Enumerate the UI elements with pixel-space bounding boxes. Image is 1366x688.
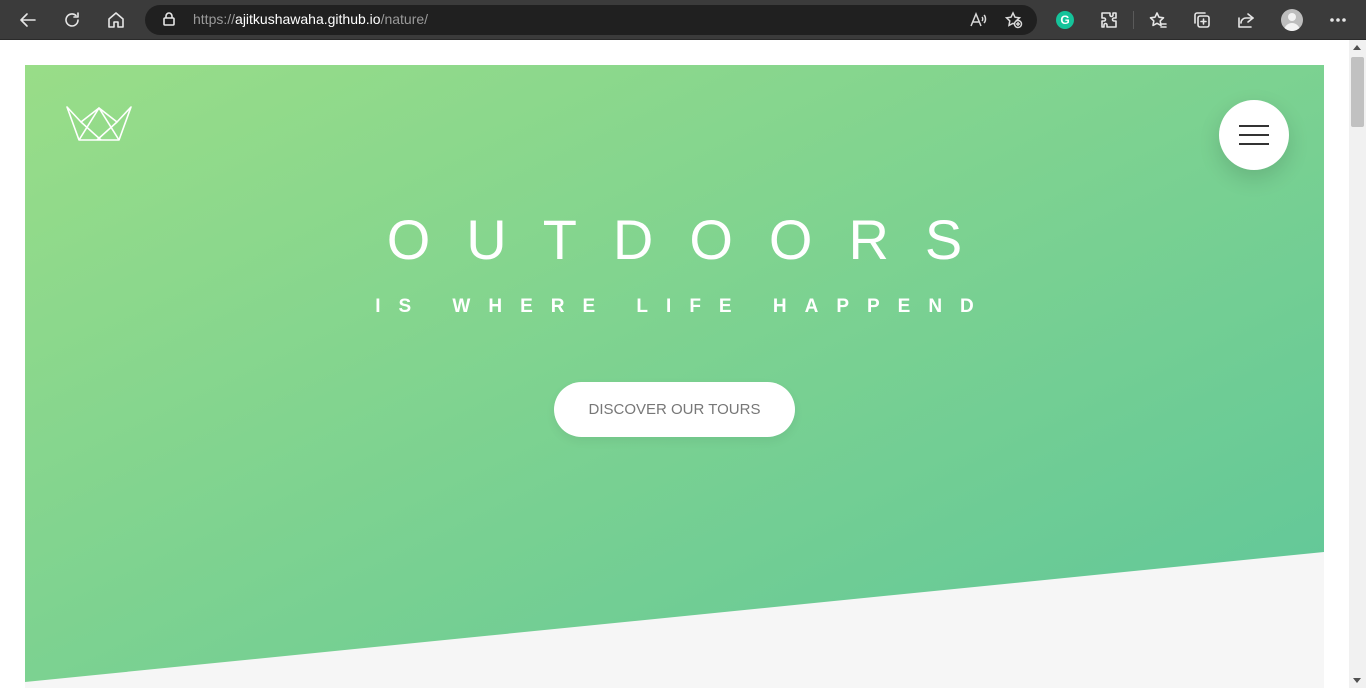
add-favorite-icon[interactable] bbox=[1004, 10, 1024, 30]
favorites-icon[interactable] bbox=[1144, 6, 1172, 34]
url-text[interactable]: https://ajitkushawaha.github.io/nature/ bbox=[193, 11, 428, 27]
url-host: ajitkushawaha.github.io bbox=[235, 11, 381, 27]
profile-icon[interactable] bbox=[1281, 9, 1303, 31]
toolbar-divider bbox=[1133, 11, 1134, 29]
url-prefix: https:// bbox=[193, 11, 236, 27]
menu-line bbox=[1239, 134, 1269, 136]
home-icon[interactable] bbox=[102, 6, 130, 34]
grammarly-icon[interactable]: G bbox=[1056, 11, 1074, 29]
url-path: /nature/ bbox=[380, 11, 429, 27]
browser-toolbar: https://ajitkushawaha.github.io/nature/ … bbox=[0, 0, 1366, 40]
extensions-icon[interactable] bbox=[1095, 6, 1123, 34]
discover-tours-button[interactable]: DISCOVER OUR TOURS bbox=[554, 382, 795, 437]
collections-icon[interactable] bbox=[1188, 6, 1216, 34]
menu-line bbox=[1239, 125, 1269, 127]
grammarly-letter: G bbox=[1060, 13, 1070, 27]
scroll-up-arrow-icon[interactable] bbox=[1353, 45, 1361, 50]
address-bar[interactable]: https://ajitkushawaha.github.io/nature/ bbox=[145, 5, 1037, 35]
crown-logo-icon[interactable] bbox=[65, 105, 133, 141]
hero-subtitle: IS WHERE LIFE HAPPEND bbox=[375, 296, 992, 317]
refresh-icon[interactable] bbox=[58, 6, 86, 34]
more-icon[interactable] bbox=[1324, 6, 1352, 34]
back-icon[interactable] bbox=[14, 6, 42, 34]
vertical-scrollbar[interactable] bbox=[1349, 40, 1366, 688]
lock-icon[interactable] bbox=[161, 11, 179, 29]
hero-title: OUTDOORS bbox=[386, 208, 999, 271]
web-page: OUTDOORS IS WHERE LIFE HAPPEND DISCOVER … bbox=[0, 40, 1349, 688]
scrollbar-thumb[interactable] bbox=[1351, 57, 1364, 127]
hamburger-menu-icon[interactable] bbox=[1219, 100, 1289, 170]
share-icon[interactable] bbox=[1232, 6, 1260, 34]
scroll-down-arrow-icon[interactable] bbox=[1353, 678, 1361, 683]
read-aloud-icon[interactable] bbox=[968, 10, 988, 30]
menu-line bbox=[1239, 143, 1269, 145]
